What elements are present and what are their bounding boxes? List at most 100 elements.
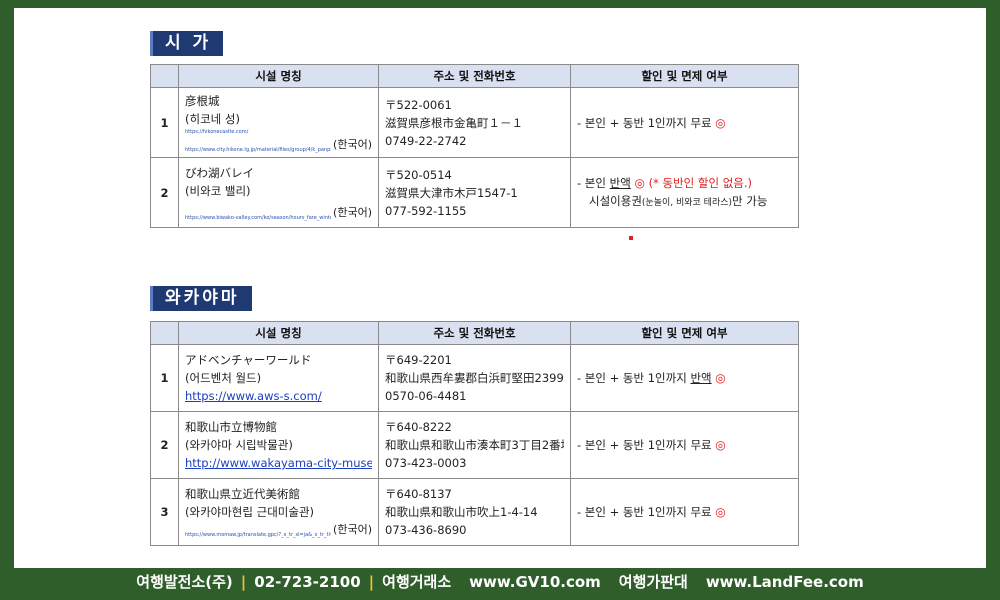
row-number: 1 [150,344,179,412]
facility-link[interactable]: https://www.biwako-valley.com/ko/season/… [185,214,331,222]
footer-bar: 여행발전소(주) | 02-723-2100 | 여행거래소 www.GV10.com 여행… [0,568,1000,600]
section-title-wakayama: 와카야마 [150,286,252,311]
address-cell: 〒522-0061 滋賀県彦根市金亀町１－１ 0749-22-2742 [378,87,571,158]
row-number: 2 [150,411,179,479]
table-header-row: 시설 명칭 주소 및 전화번호 할인 및 면제 여부 [150,321,799,345]
postal-code: 〒640-8137 [385,487,452,501]
phone-number: 0749-22-2742 [385,133,467,148]
table-row: 1 彦根城 (히코네 성) https://hikonecastle.com/ … [150,87,799,158]
korean-label: (한국어) [333,205,372,219]
facility-name: 彦根城 [185,93,220,108]
address: 和歌山県西牟婁郡白浜町堅田2399番地 [385,371,564,385]
address-cell: 〒640-8222 和歌山県和歌山市湊本町3丁目2番地 073-423-0003 [378,411,571,479]
postal-code: 〒522-0061 [385,97,452,112]
facility-name-kr: (히코네 성) [185,111,240,126]
circle-mark-icon: ◎ [715,115,726,130]
discount-text: - 본인 + 동반 1인까지 무료 [577,438,712,452]
row-number: 2 [150,157,179,228]
facility-name-cell: 彦根城 (히코네 성) https://hikonecastle.com/ ht… [178,87,379,158]
address: 和歌山県和歌山市吹上1-4-14 [385,505,538,519]
facility-pdf-link[interactable]: https://www.city.hikone.lg.jp/material/f… [185,146,331,154]
discount-cell: - 본인 + 동반 1인까지 무료 ◎ [570,411,799,479]
footer-item1: 여행거래소 [382,573,452,591]
facility-name-cell: 和歌山市立博物館 (와카야마 시립박물관) http://www.wakayam… [178,411,379,479]
discount-text: - 본인 + 동반 1인까지 [577,371,687,385]
facility-name-cell: びわ湖バレイ (비와코 밸리) https://www.biwako-valle… [178,157,379,228]
header-address: 주소 및 전화번호 [378,321,571,345]
header-name: 시설 명칭 [178,321,379,345]
footer-separator: | [368,573,375,591]
footer-site1-link[interactable]: www.GV10.com [469,573,601,591]
shiga-facility-table: 시설 명칭 주소 및 전화번호 할인 및 면제 여부 1 彦根城 (히코네 성)… [150,64,799,228]
facility-name-kr: (어드벤처 월드) [185,371,262,385]
address: 和歌山県和歌山市湊本町3丁目2番地 [385,438,564,452]
discount-text: - 본인 + 동반 1인까지 무료 [577,505,712,519]
address: 滋賀県彦根市金亀町１－１ [385,115,523,130]
facility-name: 和歌山県立近代美術館 [185,487,300,501]
facility-name-kr: (와카야마현립 근대미술관) [185,505,315,519]
table-row: 1 アドベンチャーワールド (어드벤처 월드) https://www.aws-… [150,344,799,412]
table-row: 2 和歌山市立博物館 (와카야마 시립박물관) http://www.wakay… [150,411,799,479]
discount-cell: - 본인 + 동반 1인까지 무료 ◎ [570,87,799,158]
facility-name-cell: 和歌山県立近代美術館 (와카야마현립 근대미술관) https://www.mo… [178,478,379,546]
postal-code: 〒649-2201 [385,353,452,367]
table-header-row: 시설 명칭 주소 및 전화번호 할인 및 면제 여부 [150,64,799,88]
header-discount: 할인 및 면제 여부 [570,321,799,345]
discount-text: - 본인 + 동반 1인까지 무료 [577,115,712,130]
korean-label: (한국어) [333,137,372,151]
table-row: 3 和歌山県立近代美術館 (와카야마현립 근대미술관) https://www.… [150,478,799,546]
header-address: 주소 및 전화번호 [378,64,571,88]
section-title-shiga: 시 가 [150,31,224,56]
facility-link-row: https://www.city.hikone.lg.jp/material/f… [185,136,372,154]
row-number: 3 [150,478,179,546]
footer-separator: | [240,573,247,591]
facility-link[interactable]: https://www.aws-s.com/ [185,387,372,405]
footer-site2-link[interactable]: www.LandFee.com [706,573,864,591]
footer-item2: 여행가판대 [618,573,688,591]
phone-number: 073-436-8690 [385,523,467,537]
facility-link[interactable]: http://www.wakayama-city-museum.jp/ [185,454,372,472]
ticket-detail: (눈놀이, 비와코 테라스) [641,197,733,208]
footer-company: 여행발전소(주) [136,573,233,591]
circle-mark-icon: ◎ [634,175,645,190]
address-cell: 〒640-8137 和歌山県和歌山市吹上1-4-14 073-436-8690 [378,478,571,546]
address-cell: 〒649-2201 和歌山県西牟婁郡白浜町堅田2399番地 0570-06-44… [378,344,571,412]
discount-note: (* 동반인 할인 없음.) [648,175,752,190]
header-number [150,64,179,88]
phone-number: 073-423-0003 [385,456,467,470]
ticket-text: 시설이용권 [589,193,642,208]
korean-label: (한국어) [333,523,372,536]
facility-link[interactable]: https://www.momaw.jp/translate.gpc/?_x_t… [185,531,331,539]
header-discount: 할인 및 면제 여부 [570,64,799,88]
table-row: 2 びわ湖バレイ (비와코 밸리) https://www.biwako-val… [150,157,799,228]
postal-code: 〒640-8222 [385,420,452,434]
address: 滋賀県大津市木戸1547-1 [385,185,518,200]
facility-name-kr: (비와코 밸리) [185,183,251,198]
circle-mark-icon: ◎ [715,438,726,452]
footer-phone: 02-723-2100 [254,573,361,591]
facility-name: 和歌山市立博物館 [185,420,277,434]
address-cell: 〒520-0514 滋賀県大津市木戸1547-1 077-592-1155 [378,157,571,228]
facility-link[interactable]: https://hikonecastle.com/ [185,128,372,136]
red-dot-mark [629,236,633,240]
phone-number: 0570-06-4481 [385,389,467,403]
header-number [150,321,179,345]
discount-half-price: 반액 [609,175,631,190]
discount-cell: - 본인 반액 ◎ (* 동반인 할인 없음.) 시설이용권(눈놀이, 비와코 … [570,157,799,228]
header-name: 시설 명칭 [178,64,379,88]
circle-mark-icon: ◎ [715,505,726,519]
facility-name-cell: アドベンチャーワールド (어드벤처 월드) https://www.aws-s.… [178,344,379,412]
ticket-limit: 만 가능 [732,193,768,208]
circle-mark-icon: ◎ [715,371,726,385]
discount-half-price: 반액 [690,371,712,385]
facility-link-row: https://www.momaw.jp/translate.gpc/?_x_t… [185,521,372,539]
row-number: 1 [150,87,179,158]
facility-link-row: https://www.biwako-valley.com/ko/season/… [185,204,372,222]
discount-cell: - 본인 + 동반 1인까지 무료 ◎ [570,478,799,546]
postal-code: 〒520-0514 [385,167,452,182]
phone-number: 077-592-1155 [385,203,467,218]
discount-line: - 본인 반액 ◎ (* 동반인 할인 없음.) [577,174,792,192]
facility-name-kr: (와카야마 시립박물관) [185,438,293,452]
facility-name: アドベンチャーワールド [185,353,312,367]
wakayama-facility-table: 시설 명칭 주소 및 전화번호 할인 및 면제 여부 1 アドベンチャーワールド… [150,321,799,546]
